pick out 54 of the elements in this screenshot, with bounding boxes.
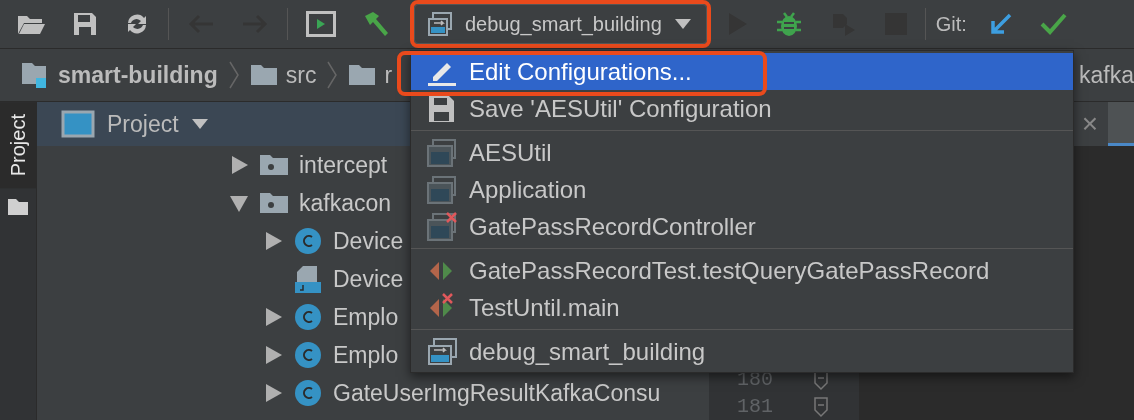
configuration-icon bbox=[425, 336, 459, 367]
breadcrumb-item[interactable]: kafka bbox=[1079, 61, 1134, 89]
caret-icon bbox=[673, 18, 692, 30]
expand-arrow-icon[interactable] bbox=[263, 231, 283, 251]
package-icon bbox=[259, 153, 289, 177]
fold-marker-icon[interactable] bbox=[813, 395, 829, 418]
expand-arrow-icon[interactable] bbox=[263, 345, 283, 365]
down-arrow-icon bbox=[988, 12, 1013, 36]
window-error-icon bbox=[425, 211, 459, 242]
expand-arrow-icon[interactable] bbox=[263, 383, 283, 403]
run-window-icon bbox=[306, 11, 336, 37]
bug-icon bbox=[774, 10, 803, 38]
git-label: Git: bbox=[935, 12, 967, 36]
configuration-icon bbox=[427, 11, 453, 37]
tree-item[interactable]: Emplo bbox=[333, 341, 399, 369]
menu-item[interactable]: GatePassRecordTest.testQueryGatePassRecord bbox=[411, 252, 1073, 289]
tree-item[interactable]: Emplo bbox=[333, 303, 399, 331]
expand-arrow-icon[interactable] bbox=[263, 307, 283, 327]
chevron-icon bbox=[326, 60, 339, 90]
menu-item[interactable]: AESUtil bbox=[411, 134, 1073, 171]
window-icon bbox=[61, 110, 95, 138]
menu-item[interactable]: Application bbox=[411, 171, 1073, 208]
tree-item[interactable]: intercept bbox=[299, 151, 388, 179]
folder-icon bbox=[7, 198, 29, 217]
folder-icon bbox=[348, 63, 377, 87]
expand-arrow-icon[interactable] bbox=[229, 193, 249, 213]
folder-icon bbox=[249, 63, 278, 87]
package-icon bbox=[259, 191, 289, 215]
tree-item[interactable]: Device bbox=[333, 265, 404, 293]
check-icon bbox=[1038, 12, 1067, 36]
tree-item[interactable]: Device bbox=[333, 227, 404, 255]
menu-item[interactable]: GatePassRecordController bbox=[411, 208, 1073, 245]
chevron-icon bbox=[227, 60, 240, 90]
menu-item[interactable]: debug_smart_building bbox=[411, 333, 1073, 370]
project-side-tab[interactable]: Project bbox=[0, 102, 36, 189]
save-icon bbox=[72, 11, 98, 37]
class-icon bbox=[293, 340, 323, 370]
window-icon bbox=[425, 174, 459, 205]
class-icon bbox=[293, 302, 323, 332]
caret-icon bbox=[190, 118, 209, 130]
class-icon bbox=[293, 226, 323, 256]
java-file-icon bbox=[293, 264, 323, 294]
view-selector[interactable]: Project bbox=[107, 110, 179, 138]
tree-item[interactable]: GateUserImgResultKafkaConsu bbox=[333, 379, 661, 407]
class-icon bbox=[293, 378, 323, 408]
tree-item[interactable]: kafkacon bbox=[299, 189, 392, 217]
menu-item[interactable]: Save 'AESUtil' Configuration bbox=[411, 90, 1073, 127]
breadcrumb-item[interactable]: smart-building bbox=[20, 60, 218, 90]
expand-arrow-icon[interactable] bbox=[229, 155, 249, 175]
menu-item[interactable]: TestUntil.main bbox=[411, 289, 1073, 326]
breadcrumb-item[interactable]: src bbox=[249, 61, 317, 89]
editor-tab[interactable] bbox=[1108, 102, 1134, 146]
breadcrumb-item[interactable]: r bbox=[348, 61, 393, 89]
window-icon bbox=[425, 137, 459, 168]
